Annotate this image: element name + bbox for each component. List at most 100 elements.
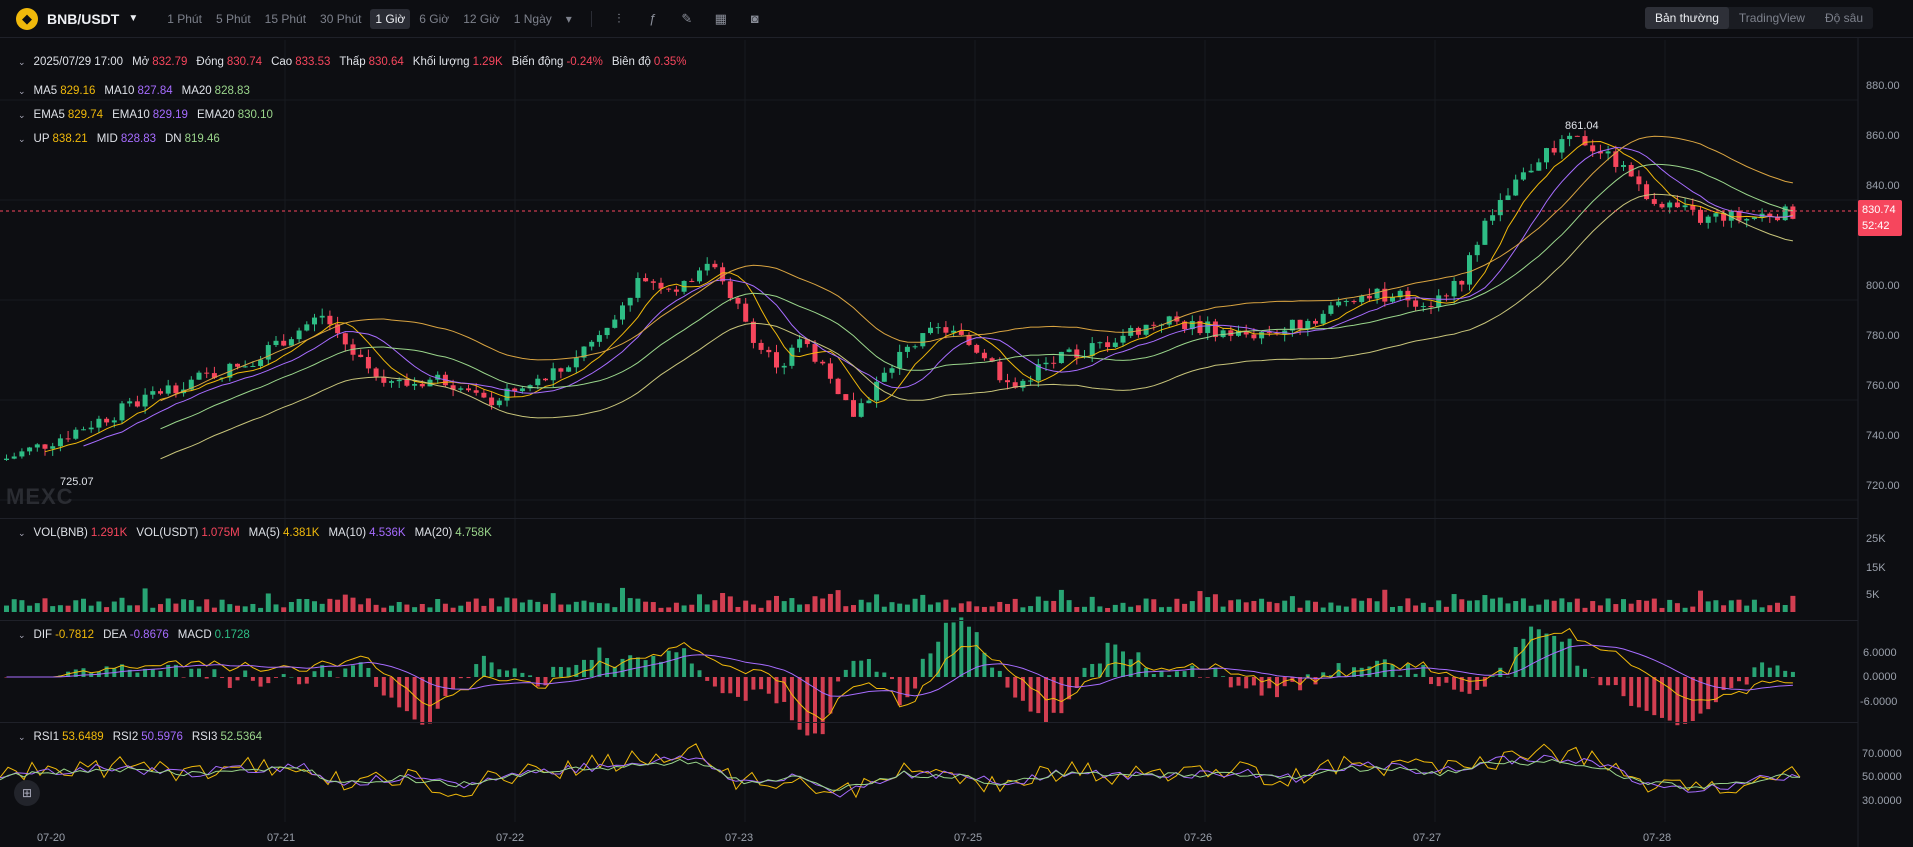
- candle-body: [1413, 300, 1419, 307]
- volume-bar: [1297, 607, 1303, 612]
- collapse-chevron-icon[interactable]: ⌄: [18, 110, 26, 121]
- volume-bar: [1135, 605, 1141, 612]
- volume-bar: [273, 604, 279, 612]
- candle-body: [1251, 334, 1257, 339]
- volume-bar: [1128, 606, 1134, 612]
- volume-bar: [512, 598, 518, 612]
- macd-bar: [789, 677, 794, 721]
- macd-bar: [150, 669, 155, 677]
- volume-bar: [735, 606, 741, 612]
- macd-bar: [1159, 670, 1164, 677]
- candle-body: [620, 305, 625, 320]
- macd-bar: [851, 660, 856, 677]
- macd-bar: [351, 665, 355, 677]
- macd-bar: [474, 664, 479, 677]
- kline-chart[interactable]: [0, 0, 1913, 847]
- volume-bar: [181, 599, 187, 612]
- macd-bar: [813, 677, 817, 734]
- macd-bar: [1267, 677, 1272, 689]
- volume-bar: [935, 602, 941, 612]
- candle-body: [1166, 316, 1172, 325]
- candle-body: [1698, 209, 1703, 223]
- candle-body: [1320, 313, 1326, 324]
- candle-body: [1667, 202, 1673, 208]
- volume-bar: [1767, 605, 1773, 612]
- volume-bar: [920, 594, 926, 612]
- candle-body: [1220, 330, 1226, 338]
- macd-bar: [705, 677, 710, 681]
- candle-body: [627, 297, 633, 306]
- macd-bar: [212, 669, 217, 677]
- macd-bar: [1090, 663, 1095, 677]
- candle-body: [1205, 321, 1211, 334]
- volume-bar: [974, 606, 980, 612]
- macd-bar: [1775, 665, 1780, 677]
- volume-bar: [1205, 597, 1211, 612]
- rsi2-line: [0, 754, 1801, 798]
- candle-body: [666, 288, 672, 290]
- macd-bar: [1113, 644, 1118, 677]
- candle-body: [81, 429, 86, 431]
- macd-bar: [836, 677, 841, 682]
- boll-up-value: 838.21: [52, 133, 88, 145]
- volume-bar: [1390, 606, 1395, 612]
- volume-bar: [358, 604, 364, 612]
- reset-view-icon[interactable]: ⊞: [14, 780, 40, 806]
- candle-body: [997, 361, 1003, 381]
- collapse-chevron-icon[interactable]: ⌄: [18, 86, 26, 97]
- collapse-chevron-icon[interactable]: ⌄: [18, 528, 26, 539]
- collapse-chevron-icon[interactable]: ⌄: [18, 732, 26, 743]
- volume-bar: [535, 601, 541, 612]
- rsi3-line: [0, 758, 1801, 791]
- volume-bar: [34, 603, 40, 612]
- volume-bar: [1058, 589, 1064, 612]
- volume-bar: [1189, 601, 1195, 612]
- volume-bar: [242, 606, 248, 612]
- volume-bar: [704, 604, 710, 612]
- volume-bar: [1413, 605, 1419, 612]
- macd-bar: [1013, 677, 1018, 698]
- volume-bar: [1667, 599, 1673, 612]
- volume-bar: [1220, 606, 1226, 612]
- macd-bar: [720, 677, 725, 694]
- boll-up-line: [160, 135, 1793, 402]
- collapse-chevron-icon[interactable]: ⌄: [18, 134, 26, 145]
- candle-body: [1366, 295, 1372, 299]
- candle-body: [851, 400, 856, 417]
- collapse-chevron-icon[interactable]: ⌄: [18, 630, 26, 641]
- high-label: Cao: [271, 56, 293, 68]
- volume-bar: [1174, 598, 1180, 612]
- boll-mid-value: 828.83: [120, 133, 156, 145]
- macd-bar: [535, 677, 540, 687]
- volume-bar: [1536, 604, 1542, 612]
- volume-bar: [1574, 598, 1580, 612]
- macd-bar: [189, 668, 194, 677]
- macd-bar: [651, 655, 656, 677]
- candle-body: [1736, 211, 1742, 221]
- candle-body: [1428, 306, 1434, 308]
- volume-bar: [1590, 601, 1596, 612]
- ma5-line: [44, 140, 1794, 453]
- boll-up-label: UP: [33, 133, 50, 145]
- price-tick: 740.00: [1866, 430, 1900, 442]
- macd-bar: [435, 677, 440, 709]
- volume-bar: [928, 604, 933, 612]
- volume-bar: [1674, 603, 1680, 612]
- candle-body: [974, 344, 980, 353]
- volume-bar: [1359, 600, 1365, 612]
- macd-bar: [289, 676, 294, 678]
- macd-bar: [220, 677, 225, 678]
- change-label: Biến động: [511, 56, 564, 68]
- candle-body: [373, 368, 379, 377]
- volume-bar: [543, 604, 548, 612]
- volume-bar: [750, 604, 756, 612]
- candle-body: [150, 391, 156, 395]
- volume-bar: [743, 600, 749, 612]
- macd-bar: [1583, 668, 1587, 677]
- collapse-chevron-icon[interactable]: ⌄: [18, 57, 26, 68]
- close-label: Đóng: [196, 56, 224, 68]
- vol-ma10-label: MA(10): [328, 527, 367, 539]
- amplitude-value: 0.35%: [653, 56, 687, 68]
- candle-body: [1651, 199, 1657, 204]
- volume-bar: [1182, 603, 1188, 612]
